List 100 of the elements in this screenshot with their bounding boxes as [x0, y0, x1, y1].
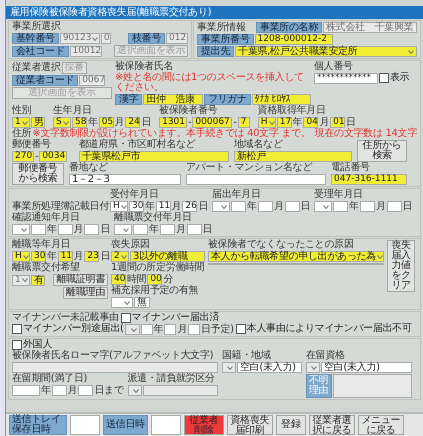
text-field[interactable]: 1208-000012-2: [254, 34, 333, 45]
text-field[interactable]: 男: [31, 117, 45, 128]
text-field[interactable]: 30: [31, 251, 46, 262]
text-field[interactable]: 千葉県松戸市: [79, 151, 229, 162]
checkbox[interactable]: 本人事由によりマイナンバー届出不可: [236, 324, 412, 334]
text-field[interactable]: 空白(未入力): [237, 362, 302, 373]
dropdown[interactable]: [314, 201, 332, 212]
text-field[interactable]: 無: [134, 297, 150, 308]
text-field[interactable]: 7: [238, 117, 250, 128]
text-field[interactable]: [52, 385, 67, 396]
text-field[interactable]: 1301: [159, 117, 188, 128]
text-field[interactable]: ﾀﾅｶ ﾋﾛﾔｽ: [252, 94, 311, 105]
button[interactable]: 従業者選択に戻る: [308, 415, 355, 435]
caret-icon: [408, 50, 414, 54]
field-caption: 被保険者でなくなったことの原因: [208, 240, 355, 250]
text-field[interactable]: 1－2－3: [69, 174, 181, 185]
dropdown[interactable]: [12, 224, 30, 235]
text-field[interactable]: [186, 224, 202, 235]
text-field[interactable]: 空白(未入力): [321, 362, 412, 373]
checkbox[interactable]: マイナンバー別途届出(: [12, 324, 124, 334]
text-field[interactable]: [284, 201, 300, 212]
field-caption: 電話番号: [331, 163, 371, 173]
text-field[interactable]: 30: [129, 201, 144, 212]
text-field[interactable]: [84, 224, 100, 235]
checkbox[interactable]: 外国人: [12, 340, 52, 350]
text-field[interactable]: [70, 415, 100, 435]
text-field[interactable]: [160, 224, 175, 235]
caret-icon: [227, 366, 233, 370]
text-field[interactable]: 23: [84, 251, 100, 262]
text-field[interactable]: 26: [182, 201, 198, 212]
dropdown[interactable]: 1: [12, 117, 30, 128]
text-field[interactable]: [386, 201, 402, 212]
button[interactable]: 離職証明書: [53, 274, 108, 286]
field-label: 送信日時: [103, 415, 148, 435]
text-field[interactable]: [186, 174, 326, 185]
text-field[interactable]: [150, 415, 181, 435]
text-field[interactable]: [31, 224, 46, 235]
dropdown[interactable]: [212, 201, 230, 212]
text-field[interactable]: 270: [12, 151, 34, 162]
text-field[interactable]: 01: [330, 117, 346, 128]
unit-text: 時間: [127, 274, 146, 284]
unit-text: 月: [114, 118, 124, 128]
text-field[interactable]: 11: [58, 251, 73, 262]
text-field[interactable]: [333, 201, 348, 212]
unit-text: 月: [319, 118, 330, 128]
button[interactable]: 郵便番号から検索: [12, 163, 64, 185]
unit-text: 年: [47, 252, 57, 262]
text-field[interactable]: 000067: [192, 117, 232, 128]
unit-text: 月: [376, 202, 386, 212]
dropdown[interactable]: H: [258, 117, 276, 128]
text-field[interactable]: [231, 201, 246, 212]
text-field[interactable]: 有: [31, 274, 45, 286]
button[interactable]: 資格喪失届印刷: [226, 415, 273, 435]
field-caption: 離職票交付年月日: [114, 213, 193, 223]
dropdown[interactable]: H: [110, 201, 128, 212]
text-field[interactable]: [78, 385, 94, 396]
text-field[interactable]: 新松戸: [234, 151, 352, 162]
text-field[interactable]: [133, 224, 148, 235]
text-field[interactable]: [58, 224, 73, 235]
dropdown[interactable]: [114, 224, 132, 235]
button[interactable]: 住所から検索: [357, 140, 407, 162]
text-field[interactable]: ************: [314, 73, 378, 84]
button[interactable]: 離職理由: [63, 287, 108, 299]
text-field[interactable]: 40: [111, 274, 126, 285]
text-field[interactable]: 24: [125, 117, 140, 128]
checkbox[interactable]: マイナンバー届出済: [120, 313, 220, 323]
text-field[interactable]: 047-316-1111: [331, 174, 407, 185]
field-caption: 確認通知年月日: [12, 213, 81, 223]
unit-text: 日予定): [201, 324, 234, 334]
dropdown[interactable]: S: [53, 117, 71, 128]
button[interactable]: 従業者削除: [184, 415, 224, 435]
field-caption: 被保険者氏名ローマ字(アルファベット大文字): [12, 351, 214, 361]
text-field[interactable]: 00: [147, 274, 162, 285]
text-field[interactable]: [12, 385, 40, 396]
text-field[interactable]: [188, 324, 200, 335]
unit-text: 日: [402, 202, 412, 212]
text-field[interactable]: 11: [156, 201, 171, 212]
text-field[interactable]: 17: [276, 117, 292, 128]
unit-text: 日まで: [94, 386, 124, 396]
text-field[interactable]: 田仲 浩康: [143, 94, 203, 105]
text-field[interactable]: [258, 201, 273, 212]
button[interactable]: メニューに戻る: [358, 415, 404, 435]
text-field[interactable]: 3以外の離職: [130, 251, 205, 262]
text-field[interactable]: [140, 324, 153, 335]
field-caption: 住所: [12, 129, 32, 139]
text-field[interactable]: 58: [72, 117, 87, 128]
button[interactable]: 登録: [276, 415, 306, 435]
text-field[interactable]: 0034: [39, 151, 68, 162]
checkbox[interactable]: 表示: [379, 73, 410, 83]
dropdown[interactable]: 本人から転職希望の申し出があった為: [208, 251, 384, 262]
dropdown[interactable]: H: [12, 251, 30, 262]
text-field[interactable]: 04: [303, 117, 318, 128]
dropdown[interactable]: 千葉県,松戸公共職業安定所: [235, 46, 417, 57]
dropdown[interactable]: 2: [111, 251, 129, 262]
dropdown[interactable]: [111, 297, 133, 308]
text-field[interactable]: [360, 201, 375, 212]
text-field[interactable]: [164, 324, 176, 335]
text-field[interactable]: 05: [98, 117, 114, 128]
clear-button[interactable]: 喪失届入力値をクリア: [387, 240, 415, 292]
unit-text: 年: [292, 118, 302, 128]
